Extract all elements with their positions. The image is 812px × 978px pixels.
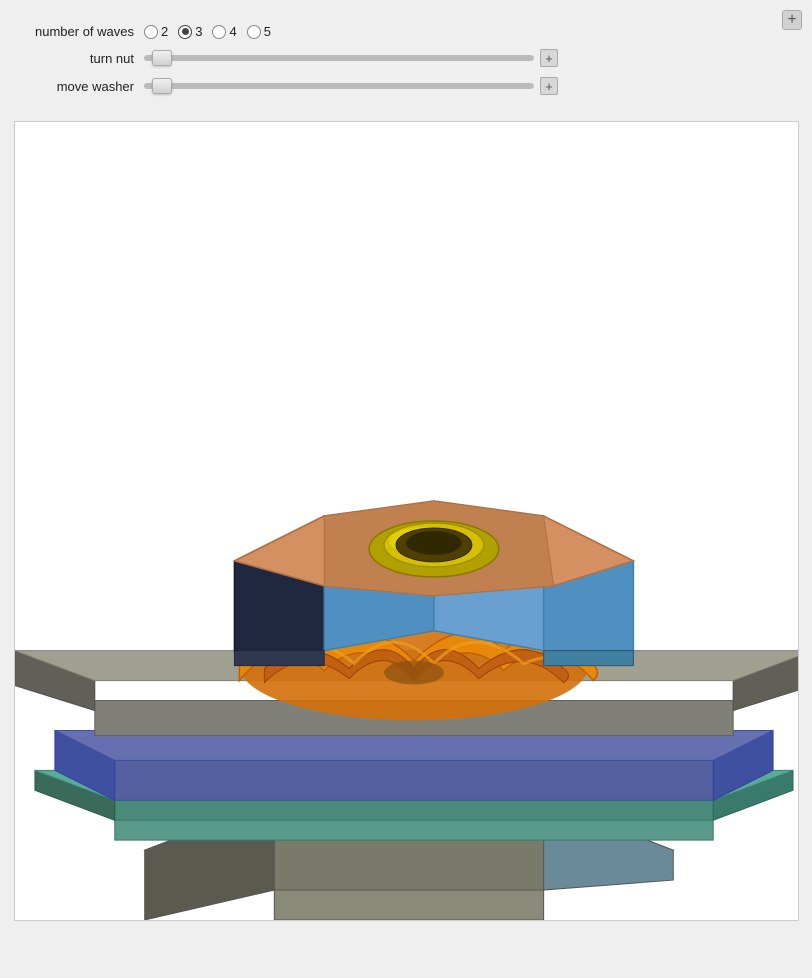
waves-label: number of waves [14,24,144,39]
3d-scene-svg [15,122,798,920]
radio-label-3: 3 [195,24,202,39]
radio-label-5: 5 [264,24,271,39]
turn-nut-slider-container: + [144,49,798,67]
move-washer-slider-container: + [144,77,798,95]
radio-circle-5[interactable] [247,25,261,39]
radio-item-5[interactable]: 5 [247,24,271,39]
turn-nut-track[interactable] [144,55,534,61]
turn-nut-plus-button[interactable]: + [540,49,558,67]
radio-circle-3[interactable] [178,25,192,39]
controls-area: number of waves 2 3 4 5 [14,14,798,115]
move-washer-label: move washer [14,79,144,94]
radio-circle-2[interactable] [144,25,158,39]
turn-nut-row: turn nut + [14,49,798,67]
3d-view-panel[interactable] [14,121,799,921]
turn-nut-thumb[interactable] [152,50,172,66]
middle-platform-purple [55,730,773,800]
move-washer-track[interactable] [144,83,534,89]
radio-label-2: 2 [161,24,168,39]
radio-item-4[interactable]: 4 [212,24,236,39]
radio-circle-4[interactable] [212,25,226,39]
move-washer-plus-button[interactable]: + [540,77,558,95]
radio-item-2[interactable]: 2 [144,24,168,39]
main-container: + number of waves 2 3 4 [0,0,812,978]
move-washer-thumb[interactable] [152,78,172,94]
waves-control-row: number of waves 2 3 4 5 [14,24,798,39]
radio-item-3[interactable]: 3 [178,24,202,39]
turn-nut-label: turn nut [14,51,144,66]
move-washer-row: move washer + [14,77,798,95]
radio-label-4: 4 [229,24,236,39]
waves-radio-group: 2 3 4 5 [144,24,271,39]
nut-center-hole [369,521,499,577]
top-plus-button[interactable]: + [782,10,802,30]
